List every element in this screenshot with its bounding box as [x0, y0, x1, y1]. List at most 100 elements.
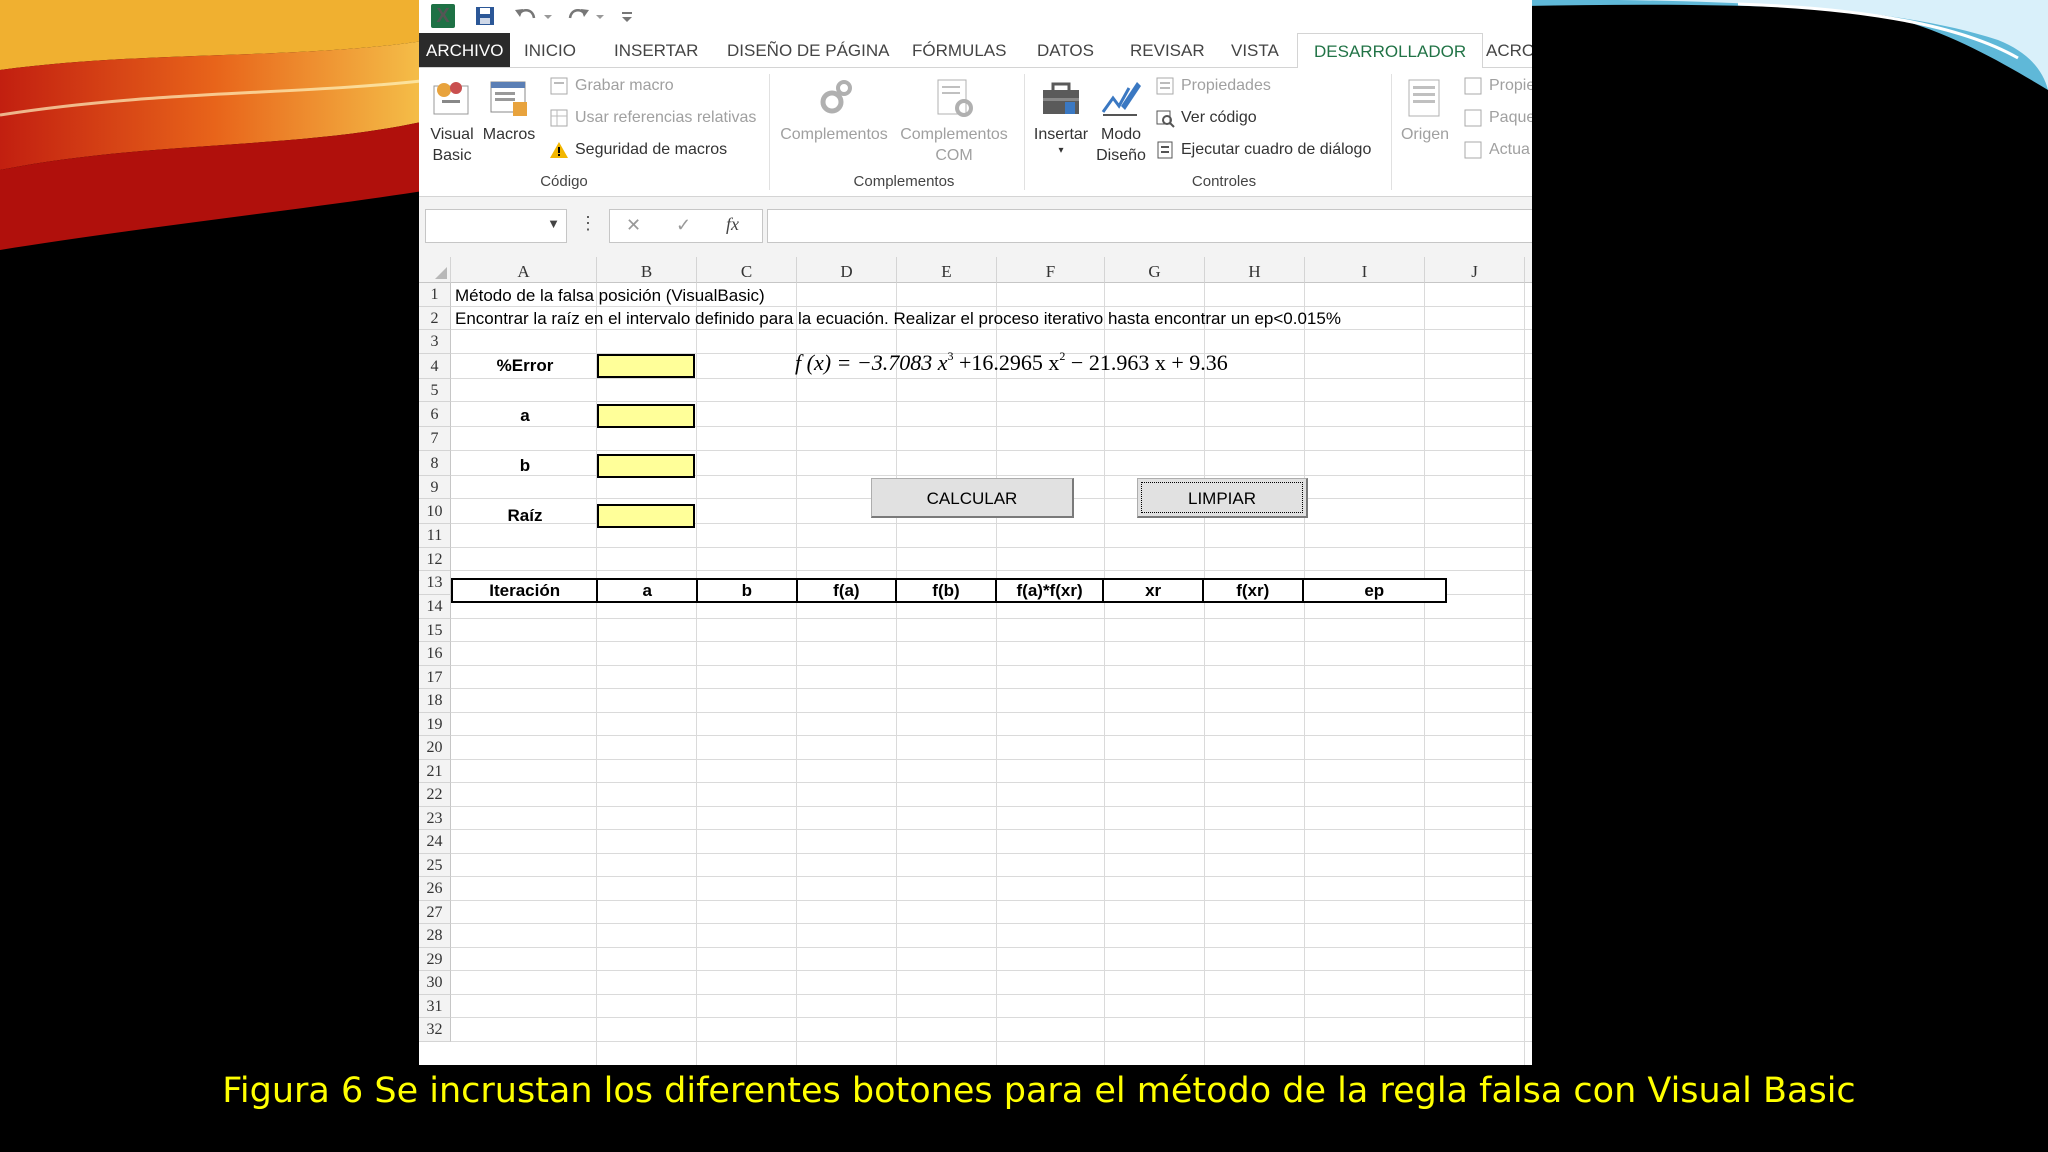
column-header-i[interactable]: I — [1305, 257, 1425, 283]
cancel-icon[interactable]: ✕ — [626, 215, 641, 236]
group-separator — [1391, 74, 1392, 190]
column-header-j[interactable]: J — [1425, 257, 1525, 283]
modo-diseno-label-2: Diseño — [1096, 147, 1146, 164]
row-header[interactable]: 3 — [419, 330, 451, 354]
insert-function-icon[interactable]: fx — [726, 214, 739, 235]
sheet-title[interactable]: Método de la falsa posición (VisualBasic… — [455, 284, 765, 307]
select-all-corner[interactable] — [419, 257, 451, 283]
row-header[interactable]: 8 — [419, 450, 451, 476]
sheet-instruction[interactable]: Encontrar la raíz en el intervalo defini… — [455, 307, 1341, 330]
ver-codigo-button[interactable]: Ver código — [1155, 106, 1257, 130]
chevron-down-icon[interactable]: ▼ — [547, 216, 560, 231]
formula-input[interactable] — [767, 209, 1532, 243]
origen-button[interactable]: Origen — [1397, 76, 1453, 145]
row-gridline — [451, 570, 1532, 571]
equation-rhs: − 21.963 x + 9.36 — [1065, 350, 1228, 375]
column-header-f[interactable]: F — [997, 257, 1105, 283]
redo-icon[interactable] — [565, 4, 591, 28]
paquetes-button[interactable]: Paque — [1463, 106, 1532, 130]
name-box[interactable]: ▼ — [425, 209, 567, 243]
actualizar-button[interactable]: Actua — [1463, 138, 1530, 162]
row-header[interactable]: 13 — [419, 571, 451, 595]
row-header[interactable]: 1 — [419, 283, 451, 307]
complementos-button[interactable]: Complementos — [777, 76, 891, 145]
column-header-e[interactable]: E — [897, 257, 997, 283]
tab-archivo[interactable]: ARCHIVO — [419, 33, 511, 67]
row-header[interactable]: 4 — [419, 353, 451, 379]
complementos-com-button[interactable]: Complementos COM — [895, 76, 1013, 166]
tab-datos[interactable]: DATOS — [1037, 33, 1094, 67]
column-header-h[interactable]: H — [1205, 257, 1305, 283]
paquetes-label: Paque — [1489, 109, 1532, 126]
row-header[interactable]: 9 — [419, 475, 451, 499]
propiedades-button[interactable]: Propiedades — [1155, 74, 1271, 98]
column-header-b[interactable]: B — [597, 257, 697, 283]
tab-insertar[interactable]: INSERTAR — [614, 33, 698, 67]
row-header[interactable]: 20 — [419, 736, 451, 760]
limpiar-button[interactable]: LIMPIAR — [1137, 478, 1308, 518]
row-header[interactable]: 29 — [419, 947, 451, 971]
tab-revisar[interactable]: REVISAR — [1130, 33, 1205, 67]
column-header-g[interactable]: G — [1105, 257, 1205, 283]
calcular-button[interactable]: CALCULAR — [871, 478, 1074, 518]
row-header[interactable]: 32 — [419, 1018, 451, 1042]
tab-diseno-pagina[interactable]: DISEÑO DE PÁGINA — [727, 33, 889, 67]
row-header[interactable]: 2 — [419, 306, 451, 330]
group-label-codigo: Código — [540, 173, 588, 190]
row-header[interactable]: 31 — [419, 994, 451, 1018]
input-b[interactable] — [597, 454, 695, 478]
insertar-control-button[interactable]: Insertar ▾ — [1031, 76, 1091, 157]
row-header[interactable]: 24 — [419, 830, 451, 854]
tab-acrobat[interactable]: ACRO — [1486, 33, 1532, 67]
row-header[interactable]: 22 — [419, 783, 451, 807]
macros-button[interactable]: Macros — [481, 76, 537, 145]
modo-diseno-button[interactable]: Modo Diseño — [1093, 76, 1149, 166]
excel-app-icon[interactable]: X — [431, 4, 455, 28]
column-header-a[interactable]: A — [451, 257, 597, 283]
save-icon[interactable] — [473, 4, 497, 28]
tab-inicio[interactable]: INICIO — [524, 33, 576, 67]
column-header-c[interactable]: C — [697, 257, 797, 283]
row-header[interactable]: 28 — [419, 924, 451, 948]
customize-icon[interactable] — [619, 4, 635, 28]
row-header[interactable]: 5 — [419, 378, 451, 402]
propiedades-xml-button[interactable]: Propie — [1463, 74, 1532, 98]
row-header[interactable]: 27 — [419, 900, 451, 924]
usar-referencias-button[interactable]: Usar referencias relativas — [549, 106, 756, 130]
column-header-k[interactable] — [1525, 257, 1532, 283]
input-error[interactable] — [597, 354, 695, 378]
enter-icon[interactable]: ✓ — [676, 215, 691, 236]
row-header[interactable]: 17 — [419, 665, 451, 689]
row-header[interactable]: 18 — [419, 689, 451, 713]
ejecutar-dialogo-button[interactable]: Ejecutar cuadro de diálogo — [1155, 138, 1371, 162]
row-header[interactable]: 14 — [419, 595, 451, 619]
row-header[interactable]: 19 — [419, 712, 451, 736]
row-header[interactable]: 11 — [419, 524, 451, 548]
visual-basic-button[interactable]: Visual Basic — [425, 76, 479, 166]
row-header[interactable]: 16 — [419, 642, 451, 666]
seguridad-macros-button[interactable]: Seguridad de macros — [549, 138, 727, 162]
row-header[interactable]: 7 — [419, 427, 451, 451]
input-a[interactable] — [597, 404, 695, 428]
row-header[interactable]: 12 — [419, 547, 451, 571]
row-header[interactable]: 23 — [419, 806, 451, 830]
column-header-d[interactable]: D — [797, 257, 897, 283]
row-gridline — [451, 1040, 1532, 1042]
row-header[interactable]: 25 — [419, 853, 451, 877]
row-header[interactable]: 6 — [419, 402, 451, 427]
row-header[interactable]: 10 — [419, 499, 451, 524]
grabar-macro-button[interactable]: Grabar macro — [549, 74, 674, 98]
formula-bar-more-icon[interactable]: ⋮ — [579, 213, 597, 234]
redo-dropdown-icon[interactable] — [595, 4, 605, 28]
row-header[interactable]: 26 — [419, 877, 451, 901]
tab-formulas[interactable]: FÓRMULAS — [912, 33, 1006, 67]
expansion-packs-icon — [1464, 109, 1482, 127]
row-header[interactable]: 15 — [419, 618, 451, 642]
tab-desarrollador[interactable]: DESARROLLADOR — [1297, 33, 1484, 69]
row-header[interactable]: 30 — [419, 971, 451, 995]
tab-vista[interactable]: VISTA — [1231, 33, 1279, 67]
undo-icon[interactable] — [513, 4, 539, 28]
output-raiz[interactable] — [597, 504, 695, 528]
undo-dropdown-icon[interactable] — [543, 4, 553, 28]
row-header[interactable]: 21 — [419, 759, 451, 783]
